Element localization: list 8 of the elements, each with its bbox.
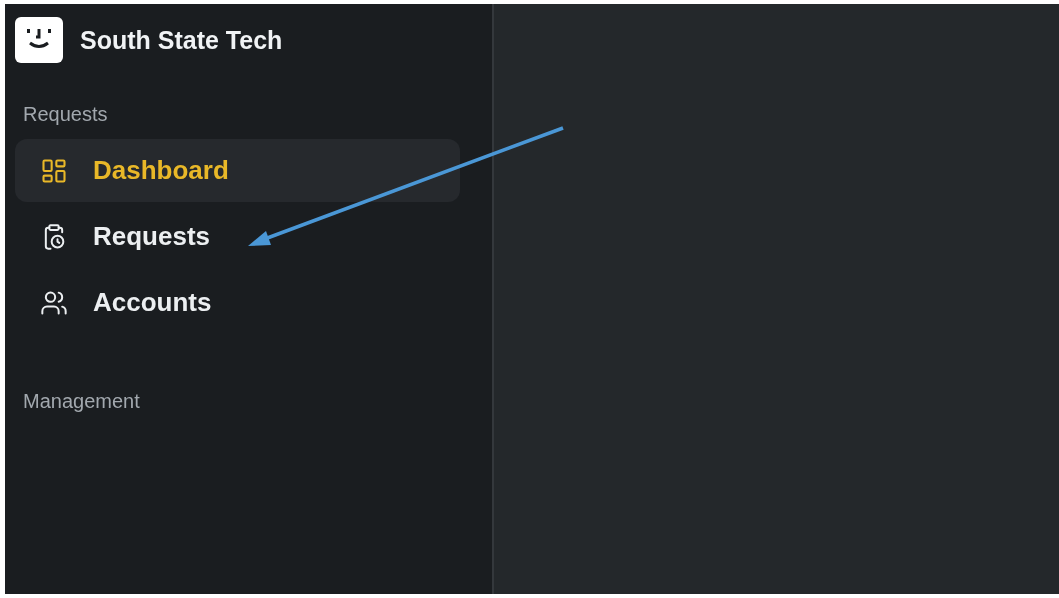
section-title: Requests (22, 103, 109, 126)
smiley-logo-icon (15, 17, 63, 63)
nav-item[interactable]: Requests (15, 205, 460, 268)
brand-name: South State Tech (80, 25, 283, 55)
nav-item[interactable]: Dashboard (15, 139, 460, 202)
nav-item[interactable]: Accounts (15, 271, 460, 334)
section-title: Management (22, 390, 141, 413)
dashboard-icon (40, 156, 68, 185)
